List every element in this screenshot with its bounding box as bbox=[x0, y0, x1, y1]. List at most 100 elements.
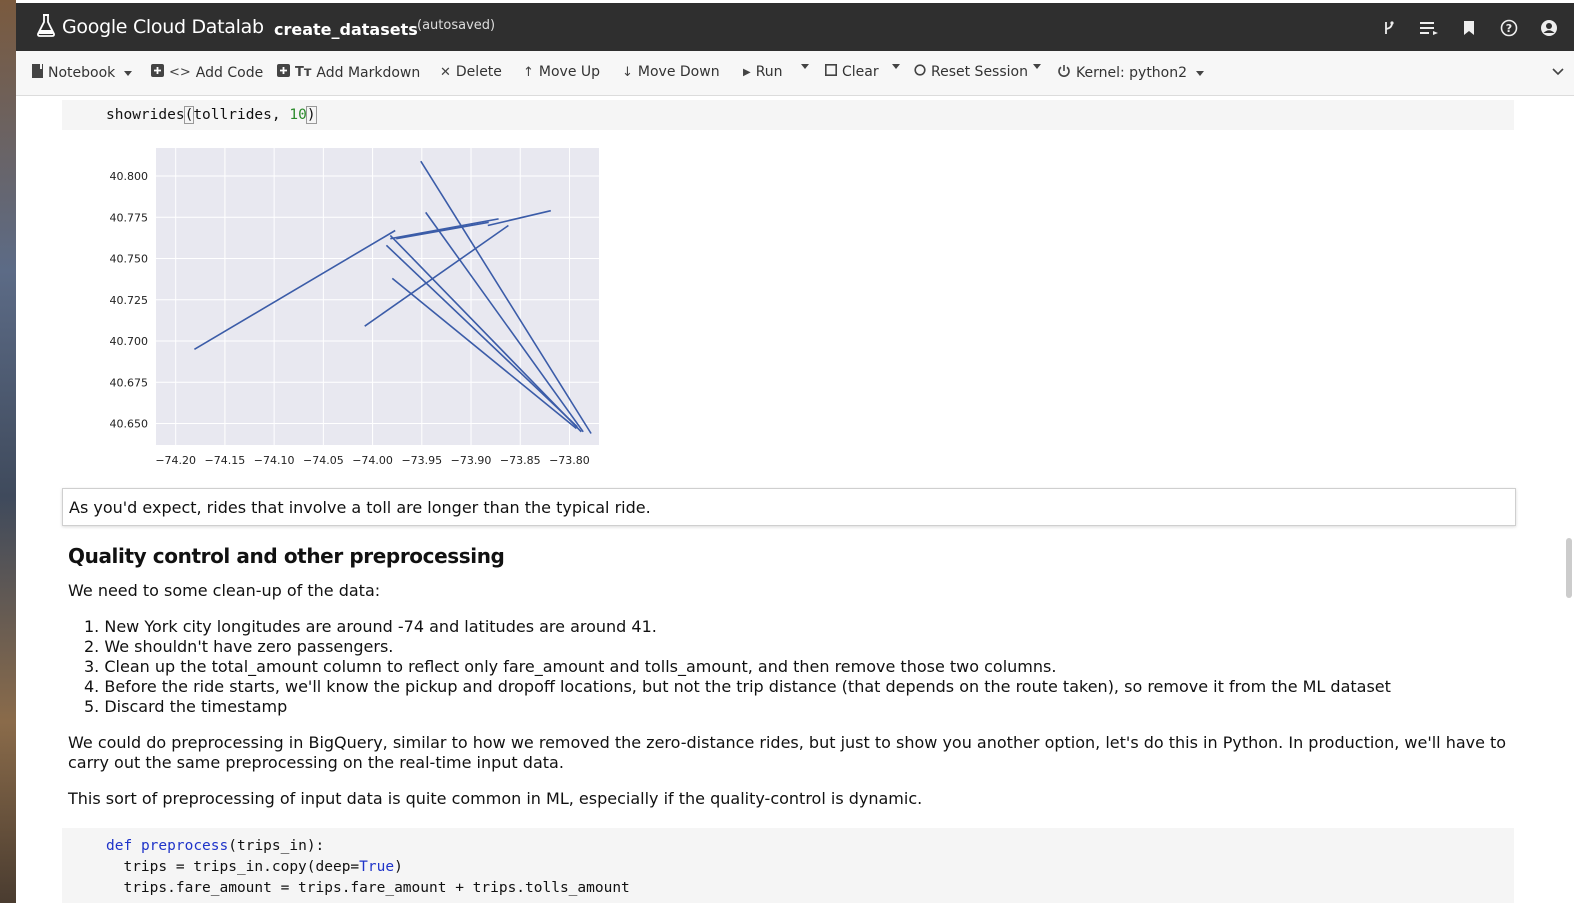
svg-text:?: ? bbox=[1506, 22, 1512, 35]
notebook-toolbar: Notebook <> Add Code Tт Add Markdown ✕ D… bbox=[16, 51, 1574, 96]
reset-session-options-dropdown[interactable] bbox=[1029, 64, 1041, 69]
run-button[interactable]: ▶ Run bbox=[743, 64, 783, 80]
notebook-title[interactable]: create_datasets bbox=[274, 20, 418, 39]
code-fn-name: showrides bbox=[106, 107, 185, 123]
clear-button[interactable]: Clear bbox=[825, 64, 879, 80]
delete-label: Delete bbox=[455, 64, 502, 80]
code-signature: (trips_in): bbox=[228, 838, 325, 854]
code-cell[interactable]: showrides(tollrides, 10) bbox=[62, 100, 1514, 130]
power-icon bbox=[1057, 64, 1071, 82]
move-up-label: Move Up bbox=[538, 64, 601, 80]
arrow-down-icon: ↓ bbox=[622, 64, 633, 80]
play-icon: ▶ bbox=[743, 66, 751, 78]
y-tick-label: 40.775 bbox=[110, 211, 149, 224]
code-line: trips = trips_in.copy(deep= bbox=[106, 859, 360, 875]
y-tick-label: 40.800 bbox=[110, 170, 149, 183]
rides-line-chart: −74.20 −74.15 −74.10 −74.05 −74.00 −73.95 −73.… bbox=[110, 148, 599, 467]
markdown-note-text: As you'd expect, rides that involve a to… bbox=[69, 498, 651, 517]
intro-paragraph: We need to some clean-up of the data: bbox=[68, 581, 381, 600]
notebook-menu-label: Notebook bbox=[48, 65, 116, 81]
code-line: ) bbox=[394, 859, 403, 875]
add-box-icon bbox=[277, 64, 290, 81]
run-options-dropdown[interactable] bbox=[797, 64, 809, 69]
add-code-button[interactable]: <> Add Code bbox=[151, 64, 263, 81]
x-tick-label: −74.15 bbox=[205, 454, 246, 467]
reset-session-button[interactable]: Reset Session bbox=[914, 64, 1028, 80]
y-tick-label: 40.650 bbox=[110, 418, 149, 431]
code-keyword: True bbox=[359, 859, 395, 875]
add-markdown-button[interactable]: Tт Add Markdown bbox=[277, 64, 420, 81]
preprocessing-paragraph: We could do preprocessing in BigQuery, s… bbox=[68, 733, 1507, 772]
x-tick-label: −74.20 bbox=[155, 454, 196, 467]
reset-session-label: Reset Session bbox=[931, 64, 1028, 80]
chevron-down-icon bbox=[1196, 70, 1205, 76]
y-tick-label: 40.700 bbox=[110, 335, 149, 348]
add-code-label: Add Code bbox=[195, 64, 264, 81]
code-brackets-icon: <> bbox=[169, 65, 191, 80]
code-paren-close: ) bbox=[305, 106, 317, 124]
x-tick-label: −73.90 bbox=[451, 454, 492, 467]
x-tick-label: −73.85 bbox=[500, 454, 541, 467]
y-tick-label: 40.675 bbox=[110, 376, 149, 389]
scrollbar-thumb[interactable] bbox=[1566, 538, 1572, 598]
notebook-content[interactable]: showrides(tollrides, 10) −74.20 −74.15 −74… bbox=[16, 96, 1562, 903]
notebook-menu-button[interactable]: Notebook bbox=[32, 64, 133, 82]
x-tick-label: −73.80 bbox=[549, 454, 590, 467]
code-keyword: def bbox=[106, 838, 133, 854]
code-block[interactable]: def preprocess(trips_in): trips = trips_… bbox=[106, 836, 630, 899]
move-up-button[interactable]: ↑ Move Up bbox=[523, 64, 600, 80]
code-arg: tollrides bbox=[193, 107, 272, 123]
vertical-scrollbar[interactable] bbox=[1562, 96, 1574, 903]
ml-paragraph: This sort of preprocessing of input data… bbox=[68, 789, 923, 808]
notebook-icon bbox=[32, 64, 43, 82]
list-item: 3. Clean up the total_amount column to r… bbox=[84, 657, 1057, 676]
autosave-status: (autosaved) bbox=[417, 18, 496, 33]
code-sep: , bbox=[271, 107, 290, 123]
section-heading: Quality control and other preprocessing bbox=[68, 544, 505, 568]
chevron-down-icon bbox=[124, 70, 133, 76]
desktop-background-strip bbox=[0, 0, 16, 903]
list-icon[interactable] bbox=[1418, 17, 1440, 39]
arrow-up-icon: ↑ bbox=[523, 64, 534, 80]
move-down-button[interactable]: ↓ Move Down bbox=[622, 64, 720, 80]
code-cell[interactable]: def preprocess(trips_in): trips = trips_… bbox=[62, 828, 1514, 903]
x-tick-label: −73.95 bbox=[401, 454, 442, 467]
chevron-down-icon bbox=[1033, 64, 1041, 69]
checkbox-outline-icon bbox=[825, 64, 837, 80]
top-bar: Google Cloud Datalab create_datasets (au… bbox=[16, 3, 1574, 51]
cleanup-list: 1. New York city longitudes are around -… bbox=[84, 617, 1391, 717]
bookmark-icon[interactable] bbox=[1458, 17, 1480, 39]
y-tick-label: 40.750 bbox=[110, 253, 149, 266]
kernel-selector[interactable]: Kernel: python2 bbox=[1057, 64, 1205, 82]
code-line: trips.fare_amount = trips.fare_amount + … bbox=[106, 880, 630, 896]
code-number: 10 bbox=[289, 107, 307, 123]
help-icon[interactable]: ? bbox=[1498, 17, 1520, 39]
account-icon[interactable] bbox=[1538, 17, 1560, 39]
run-label: Run bbox=[755, 64, 783, 80]
chevron-down-icon bbox=[801, 64, 809, 69]
circle-outline-icon bbox=[914, 64, 926, 80]
x-tick-label: −74.10 bbox=[254, 454, 295, 467]
add-markdown-label: Add Markdown bbox=[316, 64, 421, 81]
collapse-toolbar-chevron-icon[interactable] bbox=[1552, 65, 1564, 79]
datalab-logo[interactable]: Google Cloud Datalab bbox=[36, 13, 264, 41]
add-box-icon bbox=[151, 64, 164, 81]
y-tick-label: 40.725 bbox=[110, 294, 149, 307]
markdown-cell[interactable]: As you'd expect, rides that involve a to… bbox=[62, 488, 1516, 526]
delete-button[interactable]: ✕ Delete bbox=[440, 64, 502, 80]
code-line[interactable]: showrides(tollrides, 10) bbox=[106, 106, 317, 124]
brand-name: Google Cloud Datalab bbox=[62, 16, 264, 38]
clear-options-dropdown[interactable] bbox=[888, 64, 900, 69]
x-tick-label: −74.05 bbox=[303, 454, 344, 467]
clear-label: Clear bbox=[842, 64, 879, 80]
x-tick-label: −74.00 bbox=[352, 454, 393, 467]
kernel-label: Kernel: python2 bbox=[1076, 65, 1188, 81]
text-format-icon: Tт bbox=[295, 65, 312, 80]
flask-icon bbox=[36, 13, 56, 41]
code-fn-name: preprocess bbox=[140, 838, 229, 854]
plot-area bbox=[156, 148, 599, 445]
list-item: 4. Before the ride starts, we'll know th… bbox=[84, 677, 1391, 696]
move-down-label: Move Down bbox=[637, 64, 720, 80]
list-item: 2. We shouldn't have zero passengers. bbox=[84, 637, 394, 656]
branch-icon[interactable] bbox=[1378, 17, 1400, 39]
